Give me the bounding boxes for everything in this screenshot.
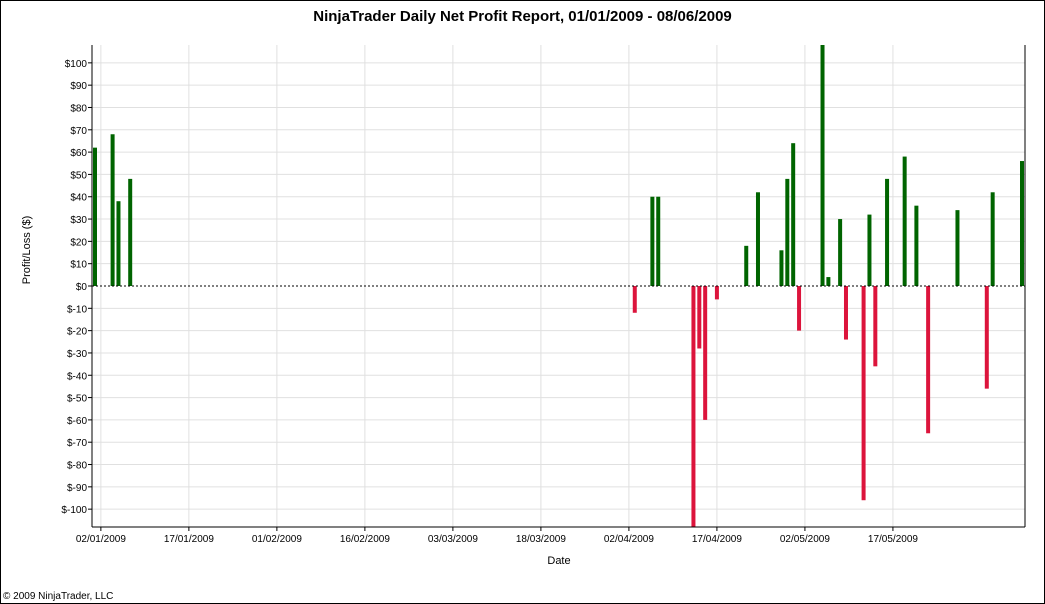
- bar: [691, 286, 696, 527]
- y-tick-label: $70: [70, 126, 87, 137]
- bar: [110, 134, 115, 286]
- y-tick-label: $60: [70, 148, 87, 159]
- bar: [797, 286, 802, 331]
- y-tick-label: $-50: [67, 394, 87, 405]
- bar: [838, 219, 843, 286]
- y-tick-label: $-30: [67, 349, 87, 360]
- y-tick-label: $10: [70, 260, 87, 271]
- y-tick-labels: $-100 $-90 $-80 $-70 $-60 $-50 $-40 $-30 $-20 $-1…: [61, 59, 87, 516]
- bar: [632, 286, 637, 313]
- profit-chart: $-100 $-90 $-80 $-70 $-60 $-50 $-40 $-30 $-20 $-1…: [21, 45, 1026, 567]
- bar: [791, 143, 796, 286]
- y-tick-label: $40: [70, 193, 87, 204]
- bar: [697, 286, 702, 349]
- x-tick-label: 18/03/2009: [516, 534, 566, 545]
- bar: [1020, 161, 1024, 286]
- bar: [656, 196, 661, 286]
- x-tick-label: 02/05/2009: [780, 534, 830, 545]
- x-tick-label: 17/04/2009: [692, 534, 742, 545]
- bar: [902, 156, 907, 286]
- bar: [128, 178, 133, 286]
- bar: [873, 286, 878, 367]
- x-axis-label: Date: [547, 555, 570, 567]
- y-tick-label: $-20: [67, 327, 87, 338]
- bar: [779, 250, 784, 286]
- y-tick-label: $20: [70, 237, 87, 248]
- bar: [955, 210, 960, 286]
- x-tick-labels: 02/01/2009 17/01/2009 01/02/2009 16/02/2009…: [76, 534, 919, 545]
- bar: [826, 277, 831, 286]
- x-tick-label: 02/01/2009: [76, 534, 126, 545]
- bar: [990, 192, 995, 286]
- y-tick-label: $-90: [67, 483, 87, 494]
- y-tick-label: $-100: [61, 505, 87, 516]
- bar: [914, 205, 919, 286]
- y-tick-label: $-80: [67, 461, 87, 472]
- bar: [984, 286, 989, 389]
- bar: [714, 286, 719, 300]
- bar: [885, 178, 890, 286]
- x-tick-label: 02/04/2009: [604, 534, 654, 545]
- y-tick-label: $30: [70, 215, 87, 226]
- y-tick-label: $100: [65, 59, 88, 70]
- bar: [820, 45, 825, 286]
- axes-layer: [88, 45, 1026, 531]
- x-tick-label: 16/02/2009: [340, 534, 390, 545]
- y-tick-label: $80: [70, 103, 87, 114]
- bar: [755, 192, 760, 286]
- y-tick-label: $-10: [67, 304, 87, 315]
- copyright-footer: © 2009 NinjaTrader, LLC: [3, 591, 114, 602]
- y-tick-label: $-40: [67, 371, 87, 382]
- x-tick-label: 17/01/2009: [164, 534, 214, 545]
- bar: [926, 286, 931, 434]
- y-tick-label: $0: [76, 282, 88, 293]
- y-tick-label: $90: [70, 81, 87, 92]
- x-tick-label: 03/03/2009: [428, 534, 478, 545]
- bar: [703, 286, 708, 420]
- bar: [785, 178, 790, 286]
- bar: [93, 147, 97, 286]
- bar: [116, 201, 121, 286]
- x-tick-label: 17/05/2009: [868, 534, 918, 545]
- bar: [650, 196, 655, 286]
- y-axis-label: Profit/Loss ($): [21, 216, 33, 284]
- y-tick-label: $-60: [67, 416, 87, 427]
- bar: [867, 214, 872, 286]
- y-tick-label: $50: [70, 170, 87, 181]
- bar: [861, 286, 866, 501]
- bar: [744, 245, 749, 286]
- y-tick-label: $-70: [67, 438, 87, 449]
- bar: [843, 286, 848, 340]
- x-tick-label: 01/02/2009: [252, 534, 302, 545]
